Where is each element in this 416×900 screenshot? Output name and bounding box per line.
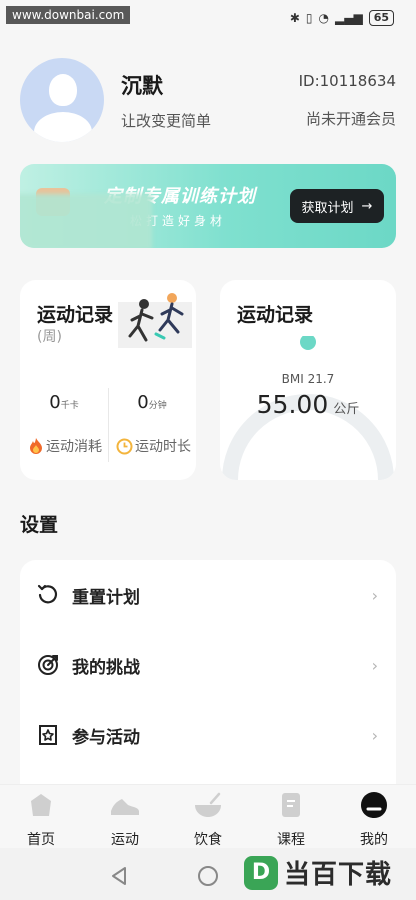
settings-item-reset-plan[interactable]: 重置计划 › <box>20 560 396 630</box>
fire-icon <box>30 438 42 454</box>
vibrate-icon: ▯ <box>305 11 313 25</box>
user-motto: 让改变更简单 <box>121 112 212 130</box>
chevron-right-icon: › <box>371 725 378 745</box>
signal-icon: ▂▄▆ <box>335 11 363 25</box>
duration-value: 0 <box>137 392 149 413</box>
profile-icon <box>361 792 387 818</box>
user-id: ID:10118634 <box>298 72 396 90</box>
tab-mine[interactable]: 我的 <box>339 791 409 849</box>
calories-unit: 千卡 <box>60 401 79 411</box>
tab-label: 课程 <box>277 832 305 848</box>
tab-course[interactable]: 课程 <box>256 791 326 849</box>
system-nav-bar: D 当百下载 <box>0 848 416 900</box>
watermark: www.downbai.com <box>6 6 131 24</box>
settings-title: 设置 <box>20 514 59 536</box>
duration-unit: 分钟 <box>148 401 167 411</box>
avatar[interactable] <box>20 58 104 142</box>
weight-card-title: 运动记录 <box>237 304 314 326</box>
chevron-right-icon: › <box>371 585 378 605</box>
get-plan-button[interactable]: 获取计划 → <box>290 189 384 223</box>
bluetooth-icon: ✱ <box>289 11 300 25</box>
bmi-value: BMI 21.7 <box>281 372 335 386</box>
blur-overlay <box>20 194 152 248</box>
weight-record-card[interactable]: 运动记录 BMI 21.7 55.00 公斤 <box>220 280 396 480</box>
plan-banner[interactable]: 定制专属训练计划 松打造好身材 获取计划 → <box>20 164 396 248</box>
brand-watermark: D 当百下载 <box>244 854 392 891</box>
tab-label: 我的 <box>360 832 388 848</box>
tab-label: 首页 <box>27 832 55 848</box>
battery-icon: 65 <box>368 10 394 26</box>
calories-label: 运动消耗 <box>46 439 102 455</box>
course-icon <box>282 793 300 817</box>
home-button-icon[interactable] <box>198 866 218 886</box>
home-icon <box>31 794 51 816</box>
reset-icon <box>37 584 58 604</box>
tab-home[interactable]: 首页 <box>6 791 76 849</box>
duration-label: 运动时长 <box>135 439 191 455</box>
settings-item-my-challenge[interactable]: 我的挑战 › <box>20 630 396 700</box>
runners-illustration <box>118 293 192 348</box>
tab-label: 饮食 <box>194 832 222 848</box>
exercise-record-card[interactable]: 运动记录 (周) 0千卡 0分钟 运动消耗 运动时长 <box>20 280 196 480</box>
tab-label: 运动 <box>111 832 139 848</box>
brand-logo: D <box>244 855 278 890</box>
gauge-indicator <box>300 336 316 350</box>
username: 沉默 <box>121 74 163 98</box>
settings-item-label: 重置计划 <box>72 587 140 608</box>
bowl-icon <box>195 792 221 817</box>
settings-item-label: 我的挑战 <box>72 657 140 678</box>
weight-value: 55.00 <box>256 390 329 419</box>
exercise-card-title: 运动记录 <box>37 304 114 326</box>
weight-row: 55.00 公斤 <box>220 390 396 419</box>
tab-diet[interactable]: 饮食 <box>173 791 243 849</box>
profile-header[interactable]: 沉默 让改变更简单 ID:10118634 尚未开通会员 <box>0 52 416 152</box>
chevron-right-icon: › <box>371 655 378 675</box>
status-bar: www.downbai.com ✱ ▯ ◔ ▂▄▆ 65 <box>0 0 416 36</box>
activity-star-icon <box>39 725 57 745</box>
sneaker-icon <box>111 799 139 815</box>
clock-icon <box>116 438 133 454</box>
back-icon[interactable] <box>110 866 128 886</box>
tab-exercise[interactable]: 运动 <box>90 791 160 849</box>
brand-text: 当百下载 <box>284 860 393 890</box>
settings-item-join-activity[interactable]: 参与活动 › <box>20 700 396 770</box>
target-icon <box>38 655 58 675</box>
settings-list: 重置计划 › 我的挑战 › 参与活动 › <box>20 560 396 784</box>
exercise-card-period: (周) <box>37 329 62 345</box>
membership-status[interactable]: 尚未开通会员 <box>306 108 396 129</box>
bottom-tab-bar: 首页 运动 饮食 课程 我的 <box>0 784 416 848</box>
calories-label-row: 运动消耗 <box>28 436 102 456</box>
arrow-right-icon: → <box>361 198 373 214</box>
calories-stat: 0千卡 <box>20 392 108 413</box>
calories-value: 0 <box>49 392 61 413</box>
duration-label-row: 运动时长 <box>116 436 191 456</box>
settings-item-label: 参与活动 <box>72 727 140 748</box>
wifi-icon: ◔ <box>318 11 329 25</box>
status-icons: ✱ ▯ ◔ ▂▄▆ 65 <box>290 10 394 26</box>
avatar-body <box>34 112 92 142</box>
weight-unit: 公斤 <box>333 402 360 417</box>
get-plan-label: 获取计划 <box>301 200 354 216</box>
avatar-head <box>49 74 77 106</box>
duration-stat: 0分钟 <box>108 392 196 413</box>
